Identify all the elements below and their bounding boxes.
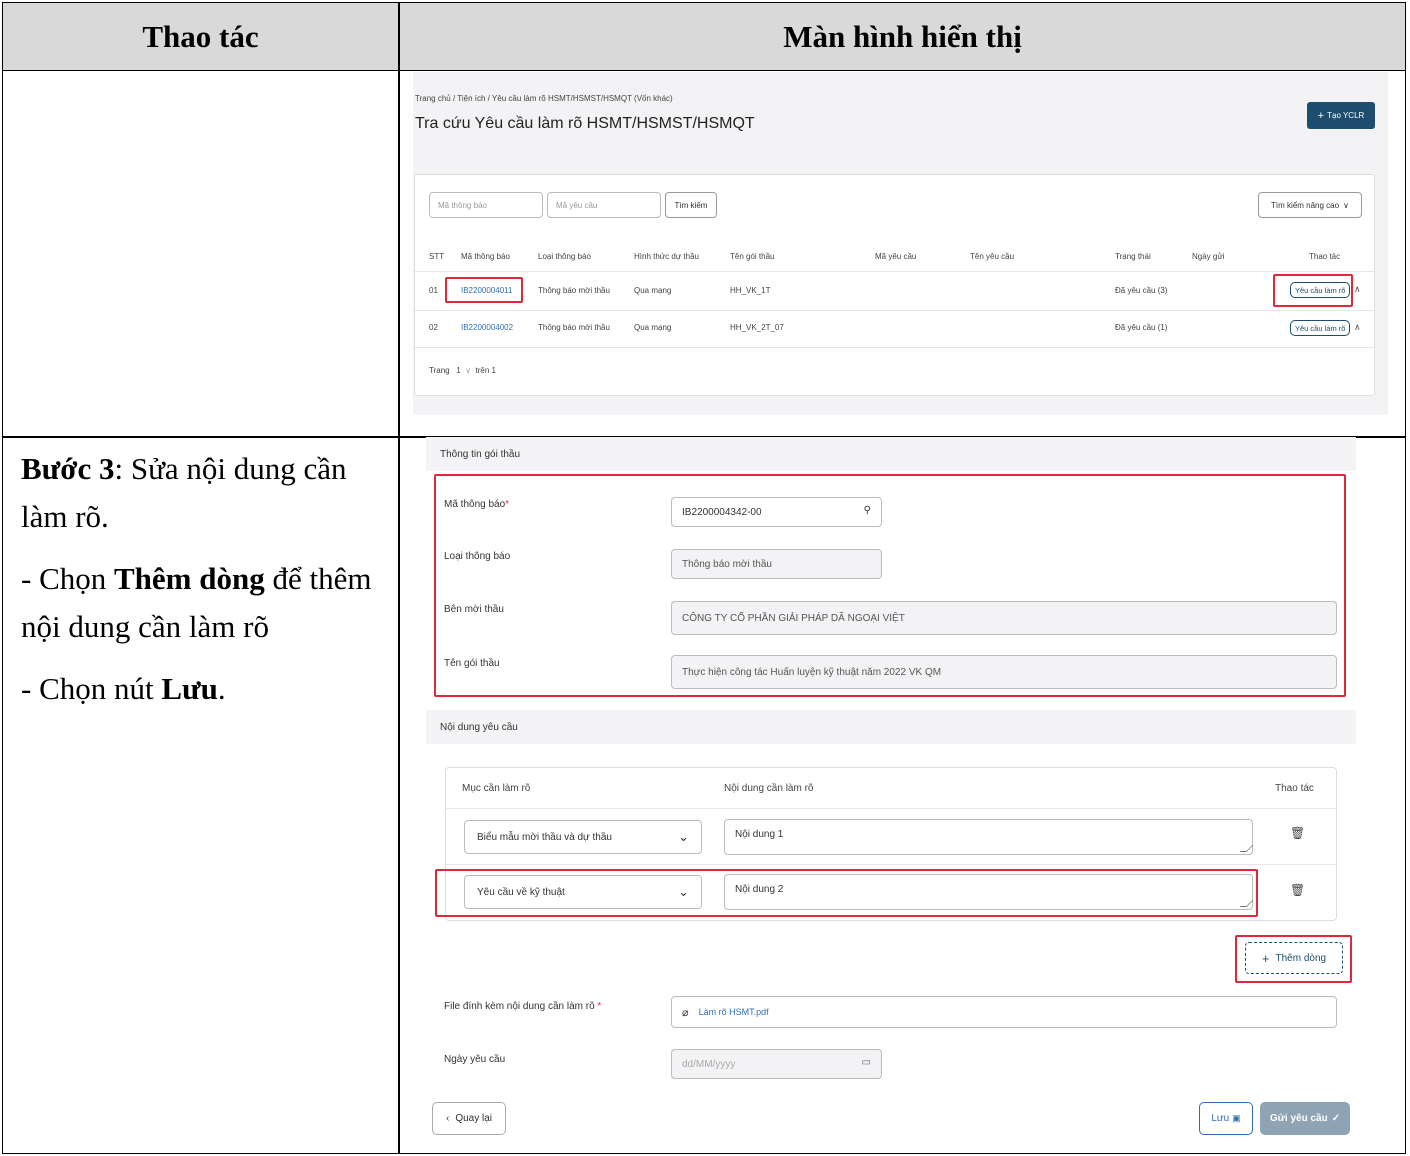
advanced-search-label: Tìm kiếm nâng cao [1271,200,1340,210]
col-request-name: Tên yêu cầu [970,252,1015,261]
chevron-down-icon: ⌄ [678,829,689,844]
instr-line3-post: . [217,671,226,706]
breadcrumb[interactable]: Trang chủ / Tiện ích / Yêu cầu làm rõ HS… [415,94,673,103]
row2-package: HH_VK_2T_07 [730,323,784,332]
back-button[interactable]: ‹ Quay lại [432,1102,506,1135]
plus-icon: + [1317,109,1325,122]
instr-line2-pre: - Chọn [21,561,114,596]
row2-notice-link[interactable]: IB2200004002 [461,323,513,332]
required-mark: * [597,1001,602,1012]
request-code-input[interactable]: Mã yêu cầu [547,192,661,218]
request-date-placeholder: dd/MM/yyyy [682,1058,736,1070]
highlight-add-row [1235,935,1352,983]
instr-line2-bold: Thêm dòng [114,561,265,596]
highlight-clarify-button [1273,274,1353,307]
row-separator [415,271,1374,272]
send-label: Gửi yêu cầu [1269,1113,1328,1124]
attachment-field[interactable]: ⌀ Làm rõ HSMT.pdf [671,996,1337,1028]
highlight-package-info [434,474,1346,697]
step-number: Bước 3 [21,451,115,486]
section-package-info: Thông tin gói thầu [426,437,1356,471]
column-divider [398,3,400,1153]
pagination-page[interactable]: 1 [456,366,460,375]
floppy-icon: ▣ [1232,1113,1241,1123]
item-select-1[interactable]: Biểu mẫu mời thầu và dự thầu ⌄ [464,820,702,854]
save-label: Lưu [1211,1113,1230,1124]
row1-status: Đã yêu cầu (3) [1115,286,1168,295]
calendar-icon[interactable]: ▭ [862,1057,871,1068]
row1-package: HH_VK_1T [730,286,771,295]
instr-line3-pre: - Chọn nút [21,671,162,706]
create-request-label: Tạo YCLR [1327,111,1365,120]
row2-clarify-button[interactable]: Yêu cầu làm rõ [1290,320,1351,336]
section-request-content: Nội dung yêu cầu [426,710,1356,744]
col-status: Trạng thái [1115,252,1151,261]
chevron-down-icon: ∨ [1343,200,1349,210]
row1-type: Thông báo mời thầu [538,286,610,295]
step-instructions: Bước 3: Sửa nội dung cần làm rõ. - Chọn … [21,445,391,727]
paperclip-icon: ⌀ [682,1006,689,1019]
row1-form: Qua mạng [634,286,672,295]
col-content: Nội dung cần làm rõ [724,783,814,794]
content-textarea-1[interactable]: Nội dung 1 [724,819,1253,855]
chevron-down-icon[interactable]: ∨ [465,366,471,375]
col-package: Tên gói thầu [730,252,775,261]
label-attachment: File đính kèm nội dung cần làm rõ * [444,1001,601,1012]
row-separator [446,864,1336,865]
col-request-code: Mã yêu cầu [875,252,917,261]
pagination-total: trên 1 [475,366,496,375]
pagination-label: Trang [429,366,450,375]
item-select-1-value: Biểu mẫu mời thầu và dự thầu [477,831,612,843]
row2-type: Thông báo mời thầu [538,323,610,332]
header-screen: Màn hình hiển thị [783,19,1022,54]
row-separator [415,310,1374,311]
row-separator [446,808,1336,809]
create-request-button[interactable]: + Tạo YCLR [1307,102,1375,129]
trash-icon[interactable]: 🗑 [1290,826,1305,840]
results-card: Mã thông báo Mã yêu cầu Tìm kiếm Tìm kiế… [414,174,1375,396]
highlight-row-2 [435,869,1258,917]
chevron-left-icon: ‹ [445,1113,450,1124]
instr-line3-bold: Lưu [161,671,218,706]
col-sent-date: Ngày gửi [1192,252,1225,261]
col-notice-type: Loại thông báo [538,252,591,261]
row2-expand-icon[interactable]: ∧ [1354,322,1361,333]
check-icon: ✓ [1331,1113,1341,1124]
col-bid-form: Hình thức dự thầu [634,252,699,261]
row2-form: Qua mạng [634,323,672,332]
header-action: Thao tác [142,19,259,54]
col-notice-code: Mã thông báo [461,252,510,261]
search-button[interactable]: Tìm kiếm [665,192,717,218]
pagination: Trang 1 ∨ trên 1 [429,366,496,375]
page-title: Tra cứu Yêu cầu làm rõ HSMT/HSMST/HSMQT [415,115,755,132]
save-button[interactable]: Lưu ▣ [1199,1102,1253,1135]
row2-stt: 02 [429,323,438,332]
col-action: Thao tác [1309,252,1341,261]
advanced-search-button[interactable]: Tìm kiếm nâng cao ∨ [1258,192,1362,218]
label-attachment-text: File đính kèm nội dung cần làm rõ [444,1001,595,1012]
edit-request-screen: Thông tin gói thầu Mã thông báo* IB22000… [426,437,1356,1140]
col-item: Mục cần làm rõ [462,783,531,794]
trash-icon[interactable]: 🗑 [1290,883,1305,897]
label-request-date: Ngày yêu cầu [444,1054,506,1065]
row1-expand-icon[interactable]: ∧ [1354,284,1361,295]
back-label: Quay lại [455,1113,493,1124]
col-stt: STT [429,252,445,261]
row2-status: Đã yêu cầu (1) [1115,323,1168,332]
send-request-button[interactable]: Gửi yêu cầu ✓ [1260,1102,1350,1135]
highlight-notice-code [445,277,523,303]
col-action: Thao tác [1275,783,1314,794]
row1-stt: 01 [429,286,438,295]
attachment-link[interactable]: Làm rõ HSMT.pdf [699,1007,769,1017]
search-screen: Trang chủ / Tiện ích / Yêu cầu làm rõ HS… [413,72,1388,415]
request-date-field[interactable]: dd/MM/yyyy ▭ [671,1049,882,1079]
notice-code-input[interactable]: Mã thông báo [429,192,543,218]
row-separator [415,347,1374,348]
